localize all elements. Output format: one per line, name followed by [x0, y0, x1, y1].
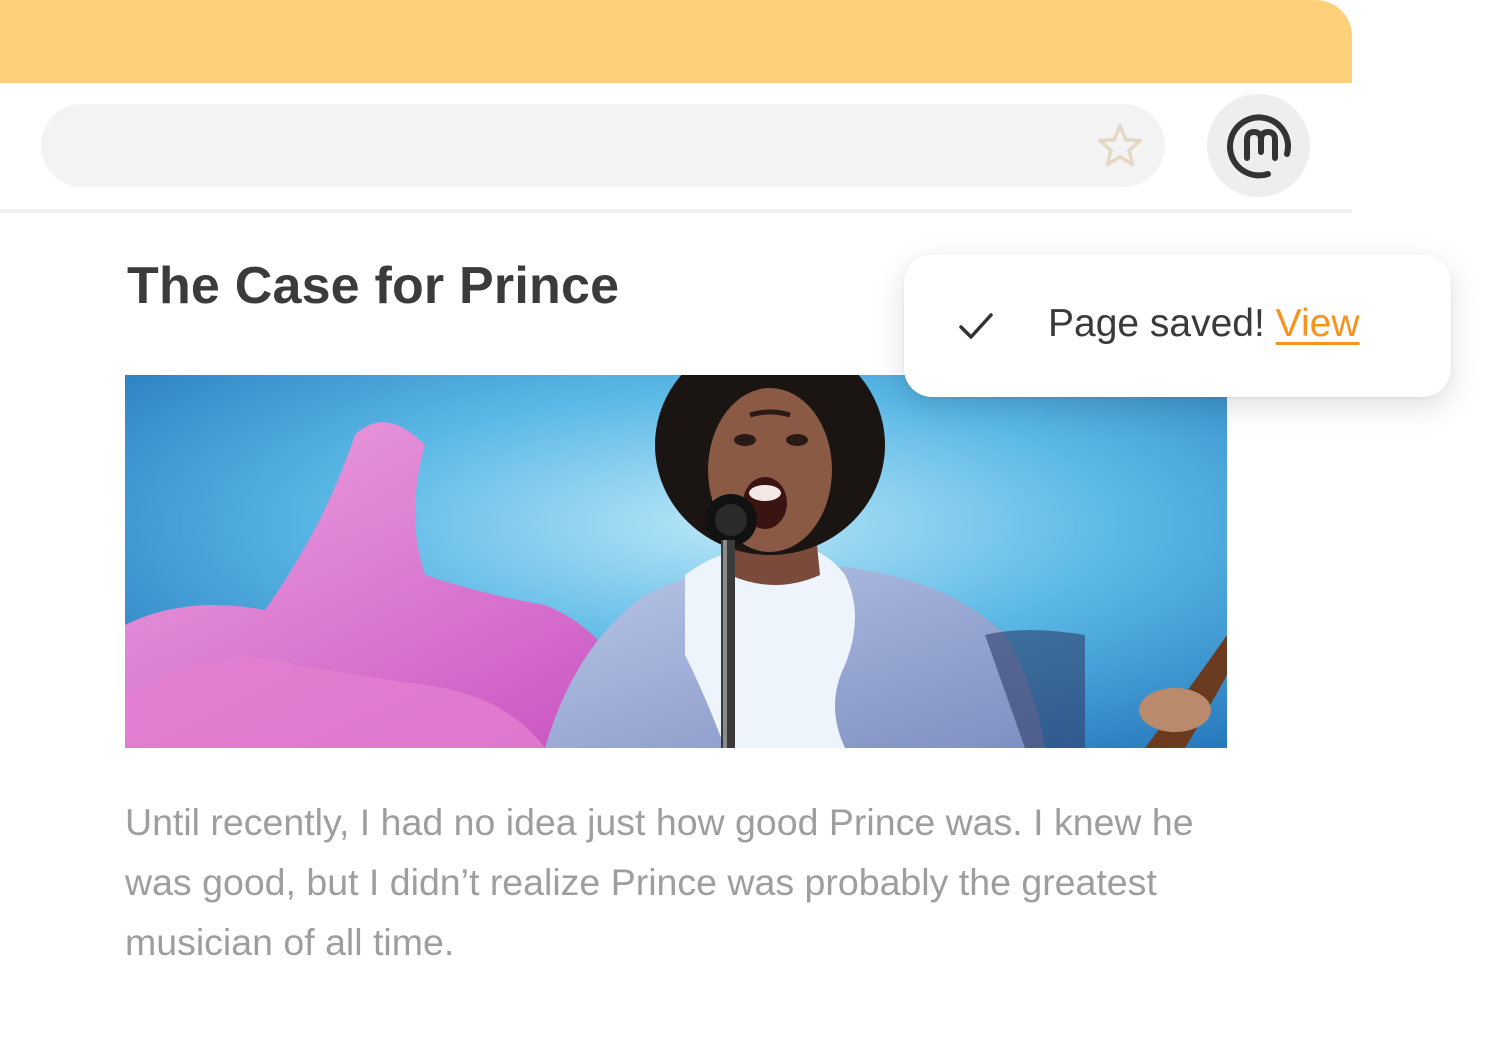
article-title: The Case for Prince [127, 257, 620, 315]
extension-button[interactable] [1207, 94, 1310, 197]
star-outline-icon[interactable] [1095, 121, 1145, 171]
toast-message-text: Page saved! [1048, 302, 1265, 345]
page-saved-toast: Page saved! View [904, 254, 1451, 397]
browser-tab-strip [0, 0, 1352, 83]
address-bar[interactable] [41, 104, 1165, 187]
prince-photo [125, 375, 1227, 748]
toolbar-divider [0, 209, 1352, 213]
article-hero-image [125, 375, 1227, 748]
m-logo-icon [1227, 114, 1291, 179]
browser-window: The Case for Prince Until recently, I ha… [0, 0, 1500, 1040]
checkmark-icon [959, 313, 993, 339]
article-body-text: Until recently, I had no idea just how g… [125, 801, 1194, 963]
toast-message: Page saved! View [1048, 302, 1360, 346]
view-saved-link[interactable]: View [1276, 302, 1360, 345]
